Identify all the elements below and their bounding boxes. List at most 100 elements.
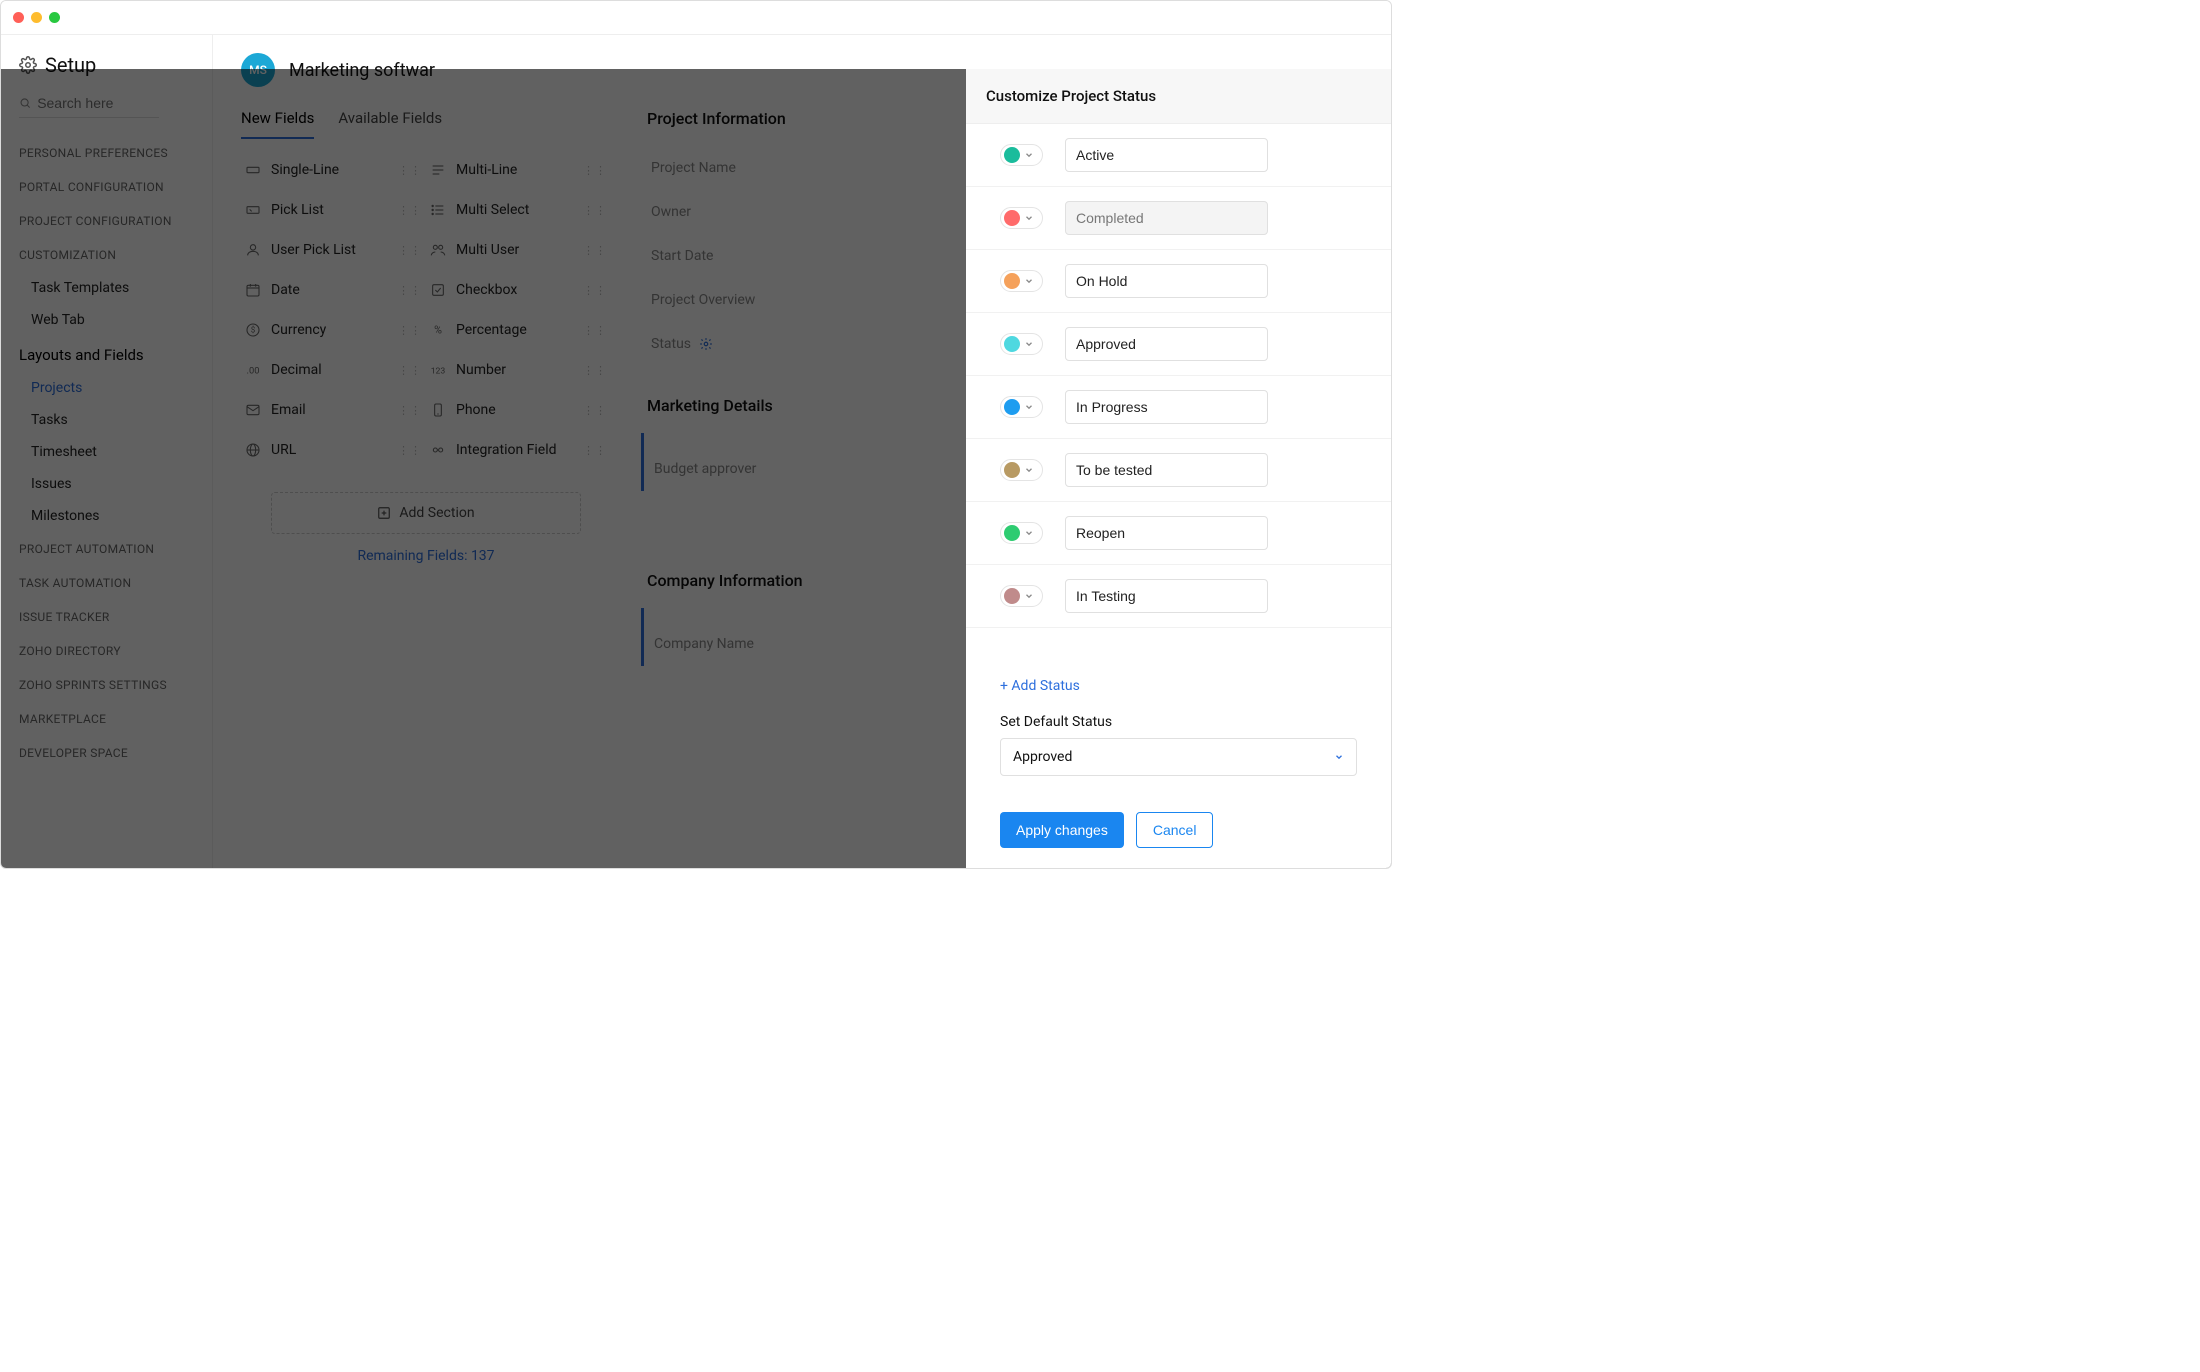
field-type-multi-user[interactable]: Multi User ⋮⋮ — [426, 230, 611, 270]
field-type-number[interactable]: 123 Number ⋮⋮ — [426, 350, 611, 390]
nav-item-milestones[interactable]: Milestones — [19, 500, 202, 532]
close-window-dot[interactable] — [13, 12, 24, 23]
search-input[interactable] — [37, 95, 159, 111]
field-type-url[interactable]: URL ⋮⋮ — [241, 430, 426, 470]
field-type-icon — [245, 242, 261, 258]
status-name-input[interactable] — [1065, 327, 1268, 361]
nav-group[interactable]: PROJECT AUTOMATION — [19, 532, 202, 566]
nav-group[interactable]: ZOHO DIRECTORY — [19, 634, 202, 668]
drag-handle-icon[interactable]: ⋮⋮ — [398, 404, 422, 417]
field-type-single-line[interactable]: Single-Line ⋮⋮ — [241, 150, 426, 190]
field-type-icon — [245, 442, 261, 458]
project-avatar: MS — [241, 53, 275, 87]
field-type-integration-field[interactable]: Integration Field ⋮⋮ — [426, 430, 611, 470]
status-color-picker[interactable] — [1000, 459, 1043, 481]
drag-handle-icon[interactable]: ⋮⋮ — [398, 204, 422, 217]
apply-changes-button[interactable]: Apply changes — [1000, 812, 1124, 848]
tab-available-fields[interactable]: Available Fields — [338, 109, 442, 139]
drag-handle-icon[interactable]: ⋮⋮ — [398, 364, 422, 377]
field-type-decimal[interactable]: .00 Decimal ⋮⋮ — [241, 350, 426, 390]
field-type-icon: % — [430, 322, 446, 338]
tab-new-fields[interactable]: New Fields — [241, 109, 314, 139]
field-type-multi-line[interactable]: Multi-Line ⋮⋮ — [426, 150, 611, 190]
nav-item-issues[interactable]: Issues — [19, 468, 202, 500]
nav-item[interactable]: Task Templates — [19, 272, 202, 304]
field-type-label: Currency — [271, 322, 326, 338]
nav-group[interactable]: PROJECT CONFIGURATION — [19, 204, 202, 238]
drag-handle-icon[interactable]: ⋮⋮ — [398, 244, 422, 257]
drag-handle-icon[interactable]: ⋮⋮ — [583, 164, 607, 177]
nav-group[interactable]: DEVELOPER SPACE — [19, 736, 202, 770]
panel-actions: Apply changes Cancel — [966, 792, 1391, 868]
drag-handle-icon[interactable]: ⋮⋮ — [398, 284, 422, 297]
status-color-picker[interactable] — [1000, 396, 1043, 418]
maximize-window-dot[interactable] — [49, 12, 60, 23]
nav-group[interactable]: PORTAL CONFIGURATION — [19, 170, 202, 204]
cancel-button[interactable]: Cancel — [1136, 812, 1214, 848]
drag-handle-icon[interactable]: ⋮⋮ — [583, 444, 607, 457]
chevron-down-icon — [1024, 213, 1034, 223]
default-status-select[interactable]: Approved — [1000, 738, 1357, 776]
field-type-icon — [430, 242, 446, 258]
status-name-input[interactable] — [1065, 579, 1268, 613]
field-type-icon — [245, 202, 261, 218]
status-name-input[interactable] — [1065, 453, 1268, 487]
status-color-picker[interactable] — [1000, 522, 1043, 544]
nav-group[interactable]: TASK AUTOMATION — [19, 566, 202, 600]
field-tabs: New Fields Available Fields — [241, 109, 611, 140]
drag-handle-icon[interactable]: ⋮⋮ — [398, 324, 422, 337]
drag-handle-icon[interactable]: ⋮⋮ — [583, 204, 607, 217]
field-type-user-pick-list[interactable]: User Pick List ⋮⋮ — [241, 230, 426, 270]
status-color-picker[interactable] — [1000, 144, 1043, 166]
field-type-icon: 123 — [430, 362, 446, 378]
status-name-input[interactable] — [1065, 516, 1268, 550]
field-type-percentage[interactable]: % Percentage ⋮⋮ — [426, 310, 611, 350]
drag-handle-icon[interactable]: ⋮⋮ — [398, 164, 422, 177]
field-type-phone[interactable]: Phone ⋮⋮ — [426, 390, 611, 430]
drag-handle-icon[interactable]: ⋮⋮ — [583, 244, 607, 257]
drag-handle-icon[interactable]: ⋮⋮ — [398, 444, 422, 457]
search-wrap[interactable] — [19, 91, 159, 118]
drag-handle-icon[interactable]: ⋮⋮ — [583, 324, 607, 337]
status-row — [966, 376, 1391, 439]
status-name-input[interactable] — [1065, 390, 1268, 424]
add-section-button[interactable]: Add Section — [271, 492, 581, 534]
chevron-down-icon — [1024, 276, 1034, 286]
status-color-picker[interactable] — [1000, 333, 1043, 355]
chevron-down-icon — [1024, 591, 1034, 601]
field-type-label: Single-Line — [271, 162, 339, 178]
status-color-picker[interactable] — [1000, 585, 1043, 607]
nav-group[interactable]: ISSUE TRACKER — [19, 600, 202, 634]
nav-group[interactable]: PERSONAL PREFERENCES — [19, 136, 202, 170]
sidebar: Setup PERSONAL PREFERENCESPORTAL CONFIGU… — [1, 35, 213, 868]
chevron-down-icon — [1024, 465, 1034, 475]
status-color-picker[interactable] — [1000, 207, 1043, 229]
layouts-section-title: Layouts and Fields — [19, 336, 202, 372]
nav-item-projects[interactable]: Projects — [19, 372, 202, 404]
field-type-date[interactable]: Date ⋮⋮ — [241, 270, 426, 310]
nav-item-timesheet[interactable]: Timesheet — [19, 436, 202, 468]
drag-handle-icon[interactable]: ⋮⋮ — [583, 404, 607, 417]
field-type-checkbox[interactable]: Checkbox ⋮⋮ — [426, 270, 611, 310]
nav-group[interactable]: ZOHO SPRINTS SETTINGS — [19, 668, 202, 702]
drag-handle-icon[interactable]: ⋮⋮ — [583, 284, 607, 297]
nav-group[interactable]: MARKETPLACE — [19, 702, 202, 736]
status-name-input[interactable] — [1065, 264, 1268, 298]
status-color-dot — [1004, 588, 1020, 604]
nav-item[interactable]: Web Tab — [19, 304, 202, 336]
field-type-email[interactable]: Email ⋮⋮ — [241, 390, 426, 430]
nav-group[interactable]: CUSTOMIZATION — [19, 238, 202, 272]
gear-icon[interactable] — [699, 337, 713, 351]
field-type-multi-select[interactable]: Multi Select ⋮⋮ — [426, 190, 611, 230]
nav-item-tasks[interactable]: Tasks — [19, 404, 202, 436]
minimize-window-dot[interactable] — [31, 12, 42, 23]
drag-handle-icon[interactable]: ⋮⋮ — [583, 364, 607, 377]
add-status-button[interactable]: + Add Status — [1000, 678, 1080, 694]
remaining-fields[interactable]: Remaining Fields: 137 — [241, 548, 611, 564]
field-type-currency[interactable]: $ Currency ⋮⋮ — [241, 310, 426, 350]
status-color-picker[interactable] — [1000, 270, 1043, 292]
window-titlebar — [1, 1, 1391, 35]
status-name-input[interactable] — [1065, 138, 1268, 172]
field-type-grid: Single-Line ⋮⋮ Multi-Line ⋮⋮ Pick List ⋮… — [241, 150, 611, 470]
field-type-pick-list[interactable]: Pick List ⋮⋮ — [241, 190, 426, 230]
